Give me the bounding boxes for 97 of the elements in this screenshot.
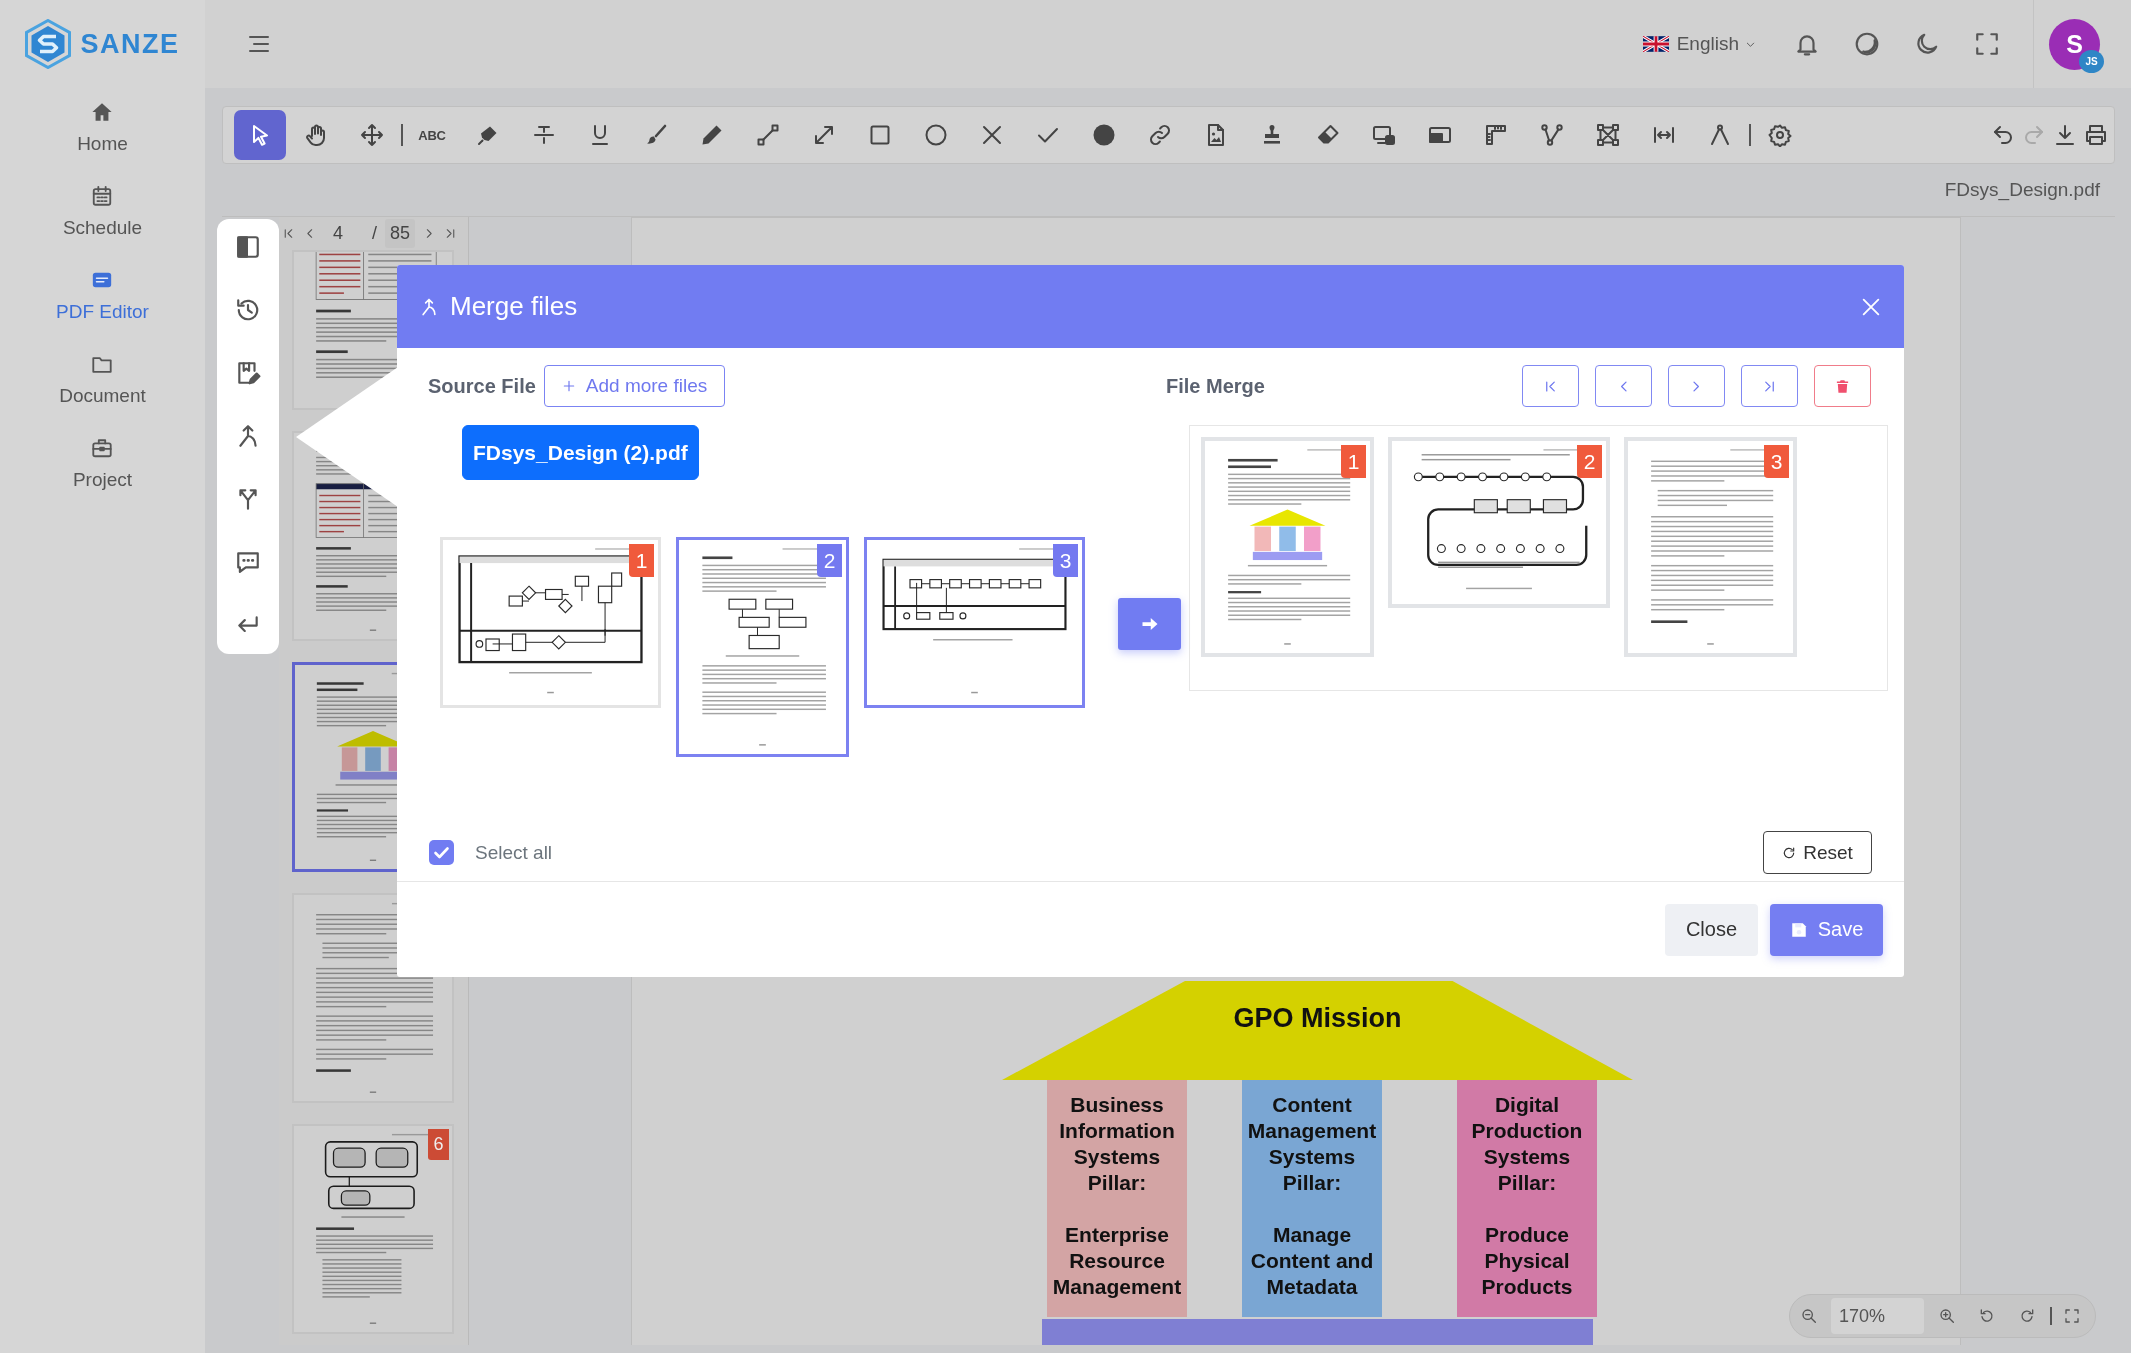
move-last-button[interactable] <box>1741 365 1798 407</box>
plus-icon <box>561 379 576 393</box>
dialog-title: Merge files <box>450 291 578 322</box>
history-icon[interactable] <box>235 297 261 323</box>
move-left-button[interactable] <box>1595 365 1652 407</box>
settings-icon <box>1768 123 1792 147</box>
rotate-right-icon[interactable] <box>2019 1308 2035 1324</box>
pillar-heading: Business Information Systems Pillar: <box>1058 1092 1176 1196</box>
add-files-button[interactable]: Add more files <box>543 365 726 407</box>
logo-text: SANZE <box>80 28 180 60</box>
moon-icon[interactable] <box>1914 31 1940 57</box>
page-number-field[interactable]: 4 <box>324 223 364 244</box>
move-icon <box>360 123 384 147</box>
first-icon <box>1543 378 1558 394</box>
move-to-merge-button[interactable] <box>1118 598 1181 650</box>
circle-icon <box>924 123 948 147</box>
first-page-icon[interactable] <box>282 227 295 240</box>
briefcase-icon <box>91 437 114 459</box>
ruler-icon <box>1484 123 1508 147</box>
refresh-icon <box>1782 845 1797 860</box>
link-icon <box>1148 123 1172 147</box>
sidebar-nav-item[interactable]: PDF Editor <box>48 269 157 323</box>
comment-icon[interactable] <box>235 549 261 575</box>
zoom-in-icon[interactable] <box>1939 1308 1955 1324</box>
strikethrough-icon <box>532 123 556 147</box>
line-segment-icon <box>756 123 780 147</box>
monitor-lock-icon <box>1372 123 1396 147</box>
text-tool-button[interactable]: ABC <box>406 110 458 160</box>
diagonal-arrows-icon <box>812 123 836 147</box>
save-icon <box>1789 920 1808 939</box>
fullscreen-icon[interactable] <box>1974 31 2000 57</box>
close-dialog-button[interactable]: Close <box>1665 903 1758 956</box>
zoom-field[interactable]: 170% <box>1831 1298 1924 1334</box>
pencil-icon <box>700 123 724 147</box>
file-name: FDsys_Design.pdf <box>1944 179 2100 201</box>
print-icon[interactable] <box>2084 123 2108 147</box>
figure-title: GPO Mission <box>1233 1003 1402 1035</box>
brush-icon <box>644 123 668 147</box>
contrast-icon[interactable] <box>1854 31 1880 57</box>
page-number-badge: 2 <box>1577 445 1602 478</box>
pillar-text: Manage Content and Metadata <box>1249 1222 1375 1300</box>
angle-icon <box>1708 123 1732 147</box>
home-icon <box>91 101 114 123</box>
x-mark-icon <box>980 123 1004 147</box>
sidebar-nav-item[interactable]: Document <box>51 353 154 407</box>
delete-button[interactable] <box>1814 365 1871 407</box>
pillar-heading: Digital Production Systems Pillar: <box>1470 1092 1584 1196</box>
language-selector[interactable]: English <box>1642 29 1756 59</box>
logo-icon <box>25 19 72 69</box>
page-thumbnail[interactable]: 2 <box>676 537 849 757</box>
pillar-text: Enterprise Resource Management <box>1051 1222 1183 1300</box>
select-all-checkbox[interactable] <box>429 840 454 865</box>
page-number-badge: 1 <box>1341 445 1366 478</box>
trash-icon <box>1835 378 1850 394</box>
eraser-icon <box>1316 123 1340 147</box>
bounding-box-icon <box>1596 123 1620 147</box>
page-number-badge: 1 <box>629 544 654 577</box>
move-right-button[interactable] <box>1668 365 1725 407</box>
calendar-icon <box>91 185 114 207</box>
page-number-badge: 2 <box>817 544 842 577</box>
bookmark-edit-icon[interactable] <box>235 360 261 386</box>
move-first-button[interactable] <box>1522 365 1579 407</box>
page-thumbnail[interactable]: 1 <box>1201 437 1374 657</box>
page-number-badge: 6 <box>428 1129 449 1160</box>
download-icon[interactable] <box>2053 123 2077 147</box>
zoom-out-icon[interactable] <box>1801 1308 1817 1324</box>
rotate-left-icon[interactable] <box>1979 1308 1995 1324</box>
sidebar-nav-item[interactable]: Schedule <box>54 185 151 239</box>
sidebar-nav-item[interactable]: Project <box>64 437 141 491</box>
undo-icon[interactable] <box>1991 123 2015 147</box>
pillar-text: Produce Physical Products <box>1480 1222 1574 1300</box>
page-thumbnail[interactable]: 3 <box>1624 437 1797 657</box>
sidebar-toggle-icon[interactable] <box>235 234 261 260</box>
select-all-label[interactable]: Select all <box>475 841 553 864</box>
page-thumbnail[interactable]: 1 <box>440 537 661 708</box>
hand-icon <box>304 123 328 147</box>
page-thumbnail[interactable]: 2 <box>1388 437 1610 608</box>
file-tab[interactable]: FDsys_Design (2).pdf <box>462 425 699 480</box>
last-icon <box>1762 378 1777 394</box>
cursor-tool-button[interactable] <box>234 110 286 160</box>
fit-page-icon[interactable] <box>2064 1308 2080 1324</box>
file-merge-label: File Merge <box>1166 374 1265 398</box>
square-icon <box>868 123 892 147</box>
filled-dot-icon <box>1092 123 1116 147</box>
page-thumbnail[interactable]: 3 <box>864 537 1085 708</box>
pillar-heading: Content Management Systems Pillar: <box>1246 1092 1378 1196</box>
reset-button[interactable]: Reset <box>1763 831 1872 874</box>
source-file-label: Source File <box>428 374 536 398</box>
sidebar-nav-item[interactable]: Home <box>69 101 136 155</box>
save-button[interactable]: Save <box>1770 903 1883 956</box>
page-number-badge: 3 <box>1053 544 1078 577</box>
page-thumbnail[interactable]: 6 <box>292 1124 454 1334</box>
polyline-icon <box>1540 123 1564 147</box>
flag-icon <box>1642 36 1669 52</box>
page-separator: / <box>372 223 377 244</box>
page-number-badge: 3 <box>1764 445 1789 478</box>
page-count: 85 <box>385 219 416 248</box>
